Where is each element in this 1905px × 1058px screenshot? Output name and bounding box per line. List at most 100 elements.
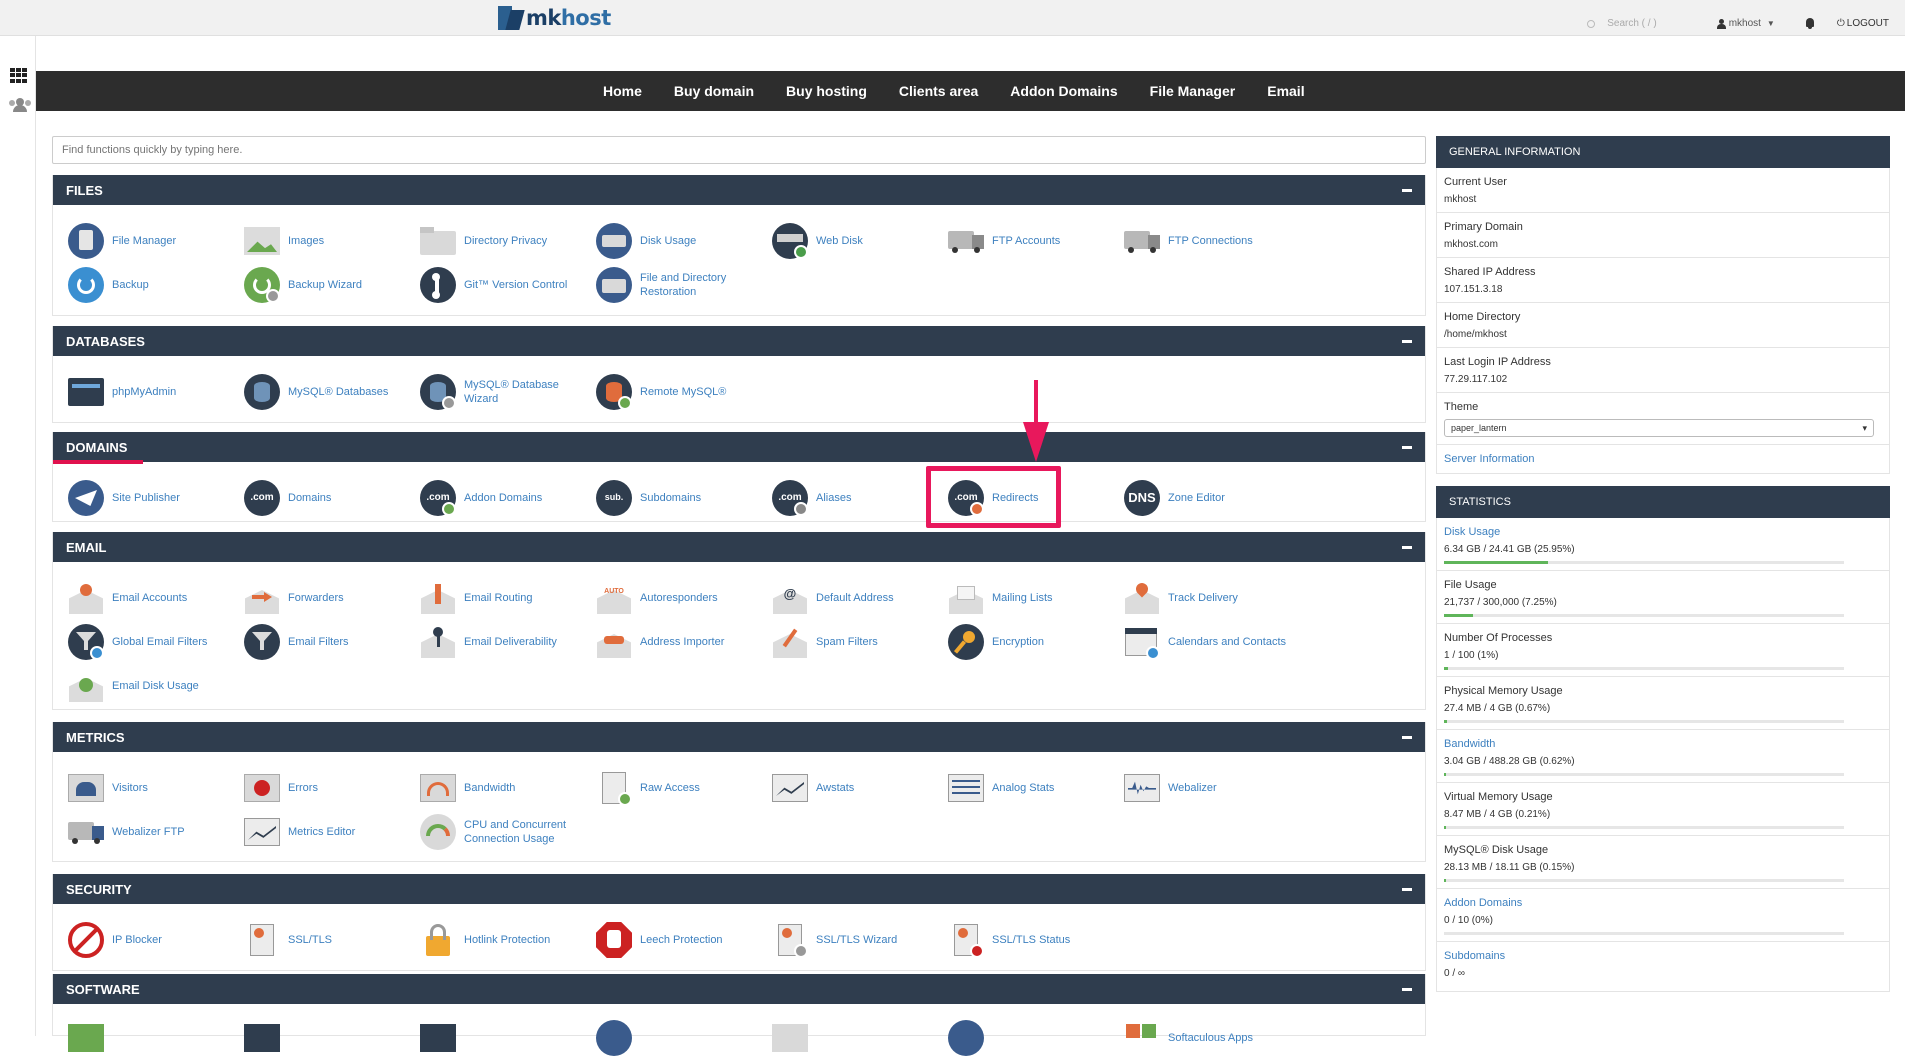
nav-clients-area[interactable]: Clients area (899, 83, 978, 99)
item-awstats[interactable]: Awstats (770, 768, 946, 808)
item-mysql-database-wizard[interactable]: MySQL® Database Wizard (418, 372, 594, 412)
progress-bar (1444, 614, 1844, 617)
user-menu[interactable]: mkhost ▼ (1716, 18, 1775, 29)
theme-select[interactable]: paper_lantern ▾ (1444, 419, 1874, 437)
software-icon-1[interactable] (66, 1018, 242, 1058)
collapse-icon[interactable] (1402, 735, 1412, 739)
item-subdomains[interactable]: sub. Subdomains (594, 478, 770, 518)
panel-software-header[interactable]: SOFTWARE (53, 974, 1425, 1004)
nav-buy-domain[interactable]: Buy domain (674, 83, 754, 99)
item-autoresponders[interactable]: AUTO Autoresponders (594, 578, 770, 618)
software-icon-4[interactable] (594, 1018, 770, 1058)
panel-domains-header[interactable]: DOMAINS (52, 432, 1425, 464)
item-forwarders[interactable]: Forwarders (242, 578, 418, 618)
item-phpmyadmin[interactable]: phpMyAdmin (66, 372, 242, 412)
collapse-icon[interactable] (1402, 445, 1412, 449)
stat-label[interactable]: Disk Usage (1444, 526, 1882, 538)
item-hotlink-protection[interactable]: Hotlink Protection (418, 920, 594, 960)
collapse-icon[interactable] (1402, 987, 1412, 991)
item-softaculous-apps[interactable]: Softaculous Apps (1122, 1018, 1298, 1058)
item-remote-mysql[interactable]: Remote MySQL® (594, 372, 770, 412)
item-backup-wizard[interactable]: Backup Wizard (242, 265, 418, 305)
nav-buy-hosting[interactable]: Buy hosting (786, 83, 867, 99)
grid-icon[interactable] (10, 68, 27, 83)
item-web-disk[interactable]: Web Disk (770, 221, 946, 261)
item-email-accounts[interactable]: Email Accounts (66, 578, 242, 618)
item-file-manager[interactable]: File Manager (66, 221, 242, 261)
item-git-version-control[interactable]: Git™ Version Control (418, 265, 594, 305)
item-file-directory-restoration[interactable]: File and Directory Restoration (594, 265, 770, 305)
item-images[interactable]: Images (242, 221, 418, 261)
item-ip-blocker[interactable]: IP Blocker (66, 920, 242, 960)
nav-addon-domains[interactable]: Addon Domains (1010, 83, 1117, 99)
stat-label[interactable]: Subdomains (1444, 950, 1882, 962)
server-information-link[interactable]: Server Information (1437, 445, 1889, 473)
item-track-delivery[interactable]: Track Delivery (1122, 578, 1298, 618)
collapse-icon[interactable] (1402, 887, 1412, 891)
item-email-deliverability[interactable]: Email Deliverability (418, 622, 594, 662)
mkhost-logo[interactable]: mkhost (498, 5, 611, 31)
nav-home[interactable]: Home (603, 83, 642, 99)
software-icon-2[interactable] (242, 1018, 418, 1058)
collapse-icon[interactable] (1402, 545, 1412, 549)
stat-label[interactable]: Addon Domains (1444, 897, 1882, 909)
item-visitors[interactable]: Visitors (66, 768, 242, 808)
users-icon[interactable] (9, 98, 31, 112)
item-ftp-accounts[interactable]: FTP Accounts (946, 221, 1122, 261)
item-mysql-databases[interactable]: MySQL® Databases (242, 372, 418, 412)
item-ftp-connections[interactable]: FTP Connections (1122, 221, 1298, 261)
nav-email[interactable]: Email (1267, 83, 1304, 99)
panel-metrics: METRICS Visitors Errors Bandwidth Raw Ac… (52, 722, 1426, 862)
nav-file-manager[interactable]: File Manager (1150, 83, 1236, 99)
collapse-icon[interactable] (1402, 339, 1412, 343)
progress-bar (1444, 879, 1844, 882)
item-email-routing[interactable]: Email Routing (418, 578, 594, 618)
item-email-disk-usage[interactable]: Email Disk Usage (66, 666, 242, 706)
item-webalizer[interactable]: Webalizer (1122, 768, 1298, 808)
item-leech-protection[interactable]: Leech Protection (594, 920, 770, 960)
panel-databases-header[interactable]: DATABASES (53, 326, 1425, 356)
item-bandwidth[interactable]: Bandwidth (418, 768, 594, 808)
item-metrics-editor[interactable]: Metrics Editor (242, 812, 418, 852)
item-email-filters[interactable]: Email Filters (242, 622, 418, 662)
item-spam-filters[interactable]: Spam Filters (770, 622, 946, 662)
item-encryption[interactable]: Encryption (946, 622, 1122, 662)
bell-icon[interactable] (1805, 18, 1815, 29)
item-backup[interactable]: Backup (66, 265, 242, 305)
panel-security-header[interactable]: SECURITY (53, 874, 1425, 904)
item-mailing-lists[interactable]: Mailing Lists (946, 578, 1122, 618)
item-directory-privacy[interactable]: Directory Privacy (418, 221, 594, 261)
panel-email-header[interactable]: EMAIL (53, 532, 1425, 562)
item-ssl-tls-wizard[interactable]: SSL/TLS Wizard (770, 920, 946, 960)
item-errors[interactable]: Errors (242, 768, 418, 808)
item-ssl-tls[interactable]: SSL/TLS (242, 920, 418, 960)
item-address-importer[interactable]: Address Importer (594, 622, 770, 662)
item-ssl-tls-status[interactable]: SSL/TLS Status (946, 920, 1122, 960)
item-aliases[interactable]: .com Aliases (770, 478, 946, 518)
logout-button[interactable]: ⏻ LOGOUT (1837, 18, 1889, 29)
item-cpu-connection-usage[interactable]: CPU and Concurrent Connection Usage (418, 812, 594, 852)
panel-files-header[interactable]: FILES (53, 175, 1425, 205)
item-zone-editor[interactable]: DNS Zone Editor (1122, 478, 1298, 518)
collapse-icon[interactable] (1402, 188, 1412, 192)
item-site-publisher[interactable]: Site Publisher (66, 478, 242, 518)
quick-search-input[interactable] (52, 136, 1426, 164)
top-search[interactable]: Search ( / ) (1587, 18, 1657, 29)
mysql-databases-icon (242, 372, 282, 412)
item-default-address[interactable]: @ Default Address (770, 578, 946, 618)
item-webalizer-ftp[interactable]: Webalizer FTP (66, 812, 242, 852)
item-addon-domains[interactable]: .com Addon Domains (418, 478, 594, 518)
software-icon-6[interactable] (946, 1018, 1122, 1058)
item-global-email-filters[interactable]: Global Email Filters (66, 622, 242, 662)
item-disk-usage[interactable]: Disk Usage (594, 221, 770, 261)
item-raw-access[interactable]: Raw Access (594, 768, 770, 808)
item-domains[interactable]: .com Domains (242, 478, 418, 518)
stat-virtual-memory: Virtual Memory Usage 8.47 MB / 4 GB (0.21… (1437, 783, 1889, 836)
panel-metrics-header[interactable]: METRICS (53, 722, 1425, 752)
item-analog-stats[interactable]: Analog Stats (946, 768, 1122, 808)
stat-label[interactable]: Bandwidth (1444, 738, 1882, 750)
software-icon-5[interactable] (770, 1018, 946, 1058)
software-icon-3[interactable] (418, 1018, 594, 1058)
item-calendars-contacts[interactable]: Calendars and Contacts (1122, 622, 1298, 662)
progress-bar (1444, 932, 1844, 935)
